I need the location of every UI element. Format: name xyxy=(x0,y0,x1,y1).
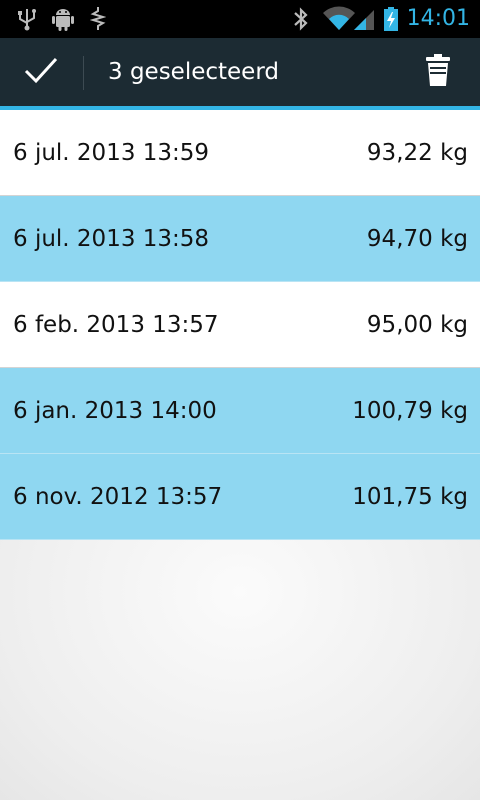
list-item-date: 6 jan. 2013 14:00 xyxy=(13,398,217,424)
list-item[interactable]: 6 jul. 2013 13:59 93,22 kg xyxy=(0,110,480,196)
cell-signal-icon xyxy=(352,6,376,36)
list-item[interactable]: 6 jul. 2013 13:58 94,70 kg xyxy=(0,196,480,282)
list-item-date: 6 jul. 2013 13:58 xyxy=(13,226,210,252)
list-item-weight: 95,00 kg xyxy=(366,312,468,338)
status-time: 14:01 xyxy=(406,6,470,31)
android-debug-icon xyxy=(50,6,76,36)
list-item-date: 6 jul. 2013 13:59 xyxy=(13,140,210,166)
battery-charging-icon xyxy=(382,6,400,36)
action-bar-divider xyxy=(83,56,84,90)
empty-background xyxy=(0,540,480,800)
delete-button[interactable] xyxy=(414,38,462,106)
wifi-icon xyxy=(322,6,356,36)
bluetooth-icon xyxy=(292,6,310,36)
status-bar: 14:01 xyxy=(0,0,480,38)
done-button[interactable] xyxy=(0,38,82,106)
checkmark-icon xyxy=(24,56,58,88)
list-item-date: 6 nov. 2012 13:57 xyxy=(13,484,223,510)
selection-count-title: 3 geselecteerd xyxy=(108,59,279,85)
trash-icon xyxy=(425,53,451,91)
list-item-weight: 93,22 kg xyxy=(366,140,468,166)
list-item[interactable]: 6 feb. 2013 13:57 95,00 kg xyxy=(0,282,480,368)
list-item-date: 6 feb. 2013 13:57 xyxy=(13,312,219,338)
list-item-weight: 101,75 kg xyxy=(352,484,468,510)
action-bar: 3 geselecteerd xyxy=(0,38,480,106)
usb-icon xyxy=(16,6,38,36)
list-item-weight: 100,79 kg xyxy=(352,398,468,424)
signal-trace-icon xyxy=(89,6,107,36)
list-item[interactable]: 6 jan. 2013 14:00 100,79 kg xyxy=(0,368,480,454)
weight-list: 6 jul. 2013 13:59 93,22 kg 6 jul. 2013 1… xyxy=(0,110,480,540)
list-item[interactable]: 6 nov. 2012 13:57 101,75 kg xyxy=(0,454,480,540)
list-item-weight: 94,70 kg xyxy=(366,226,468,252)
